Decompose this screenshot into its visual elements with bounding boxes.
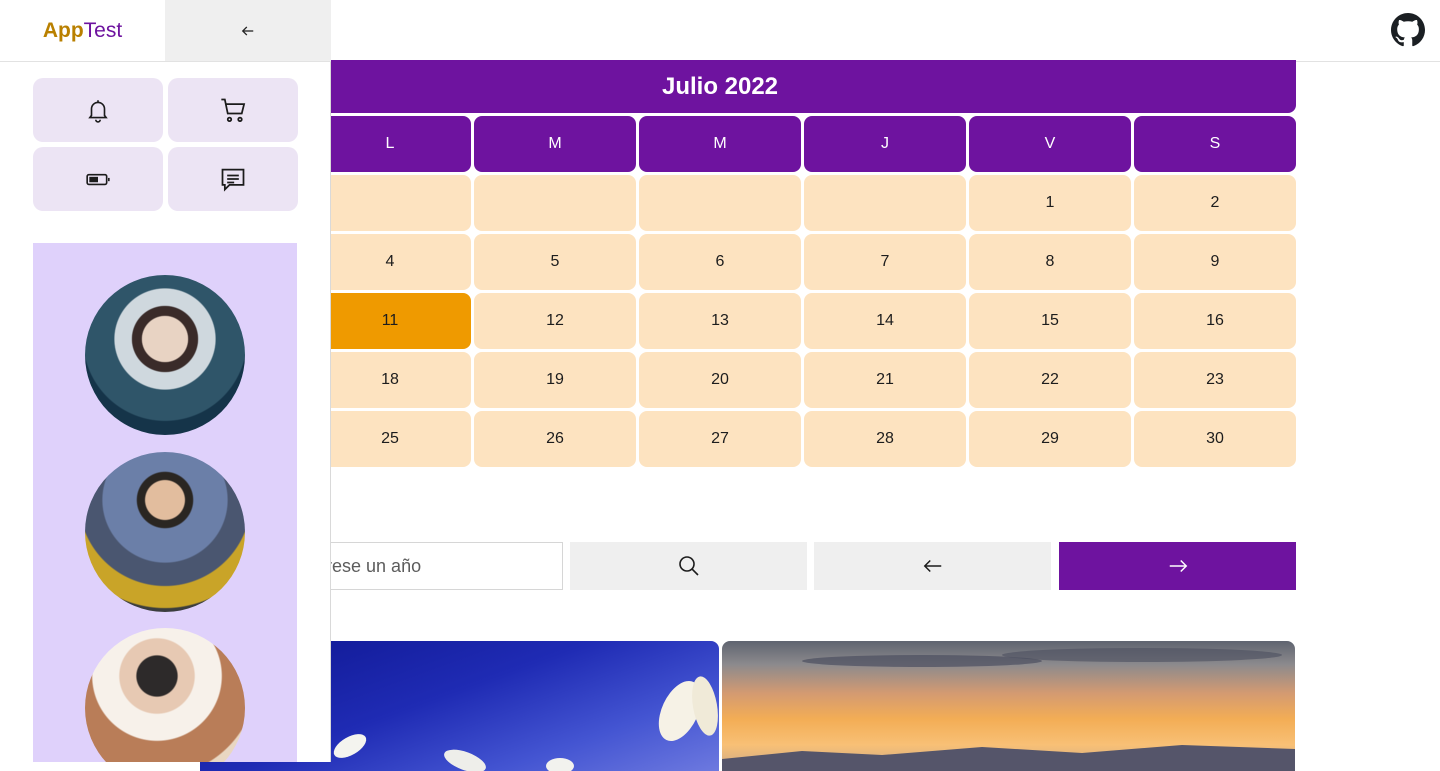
weekday-header: S xyxy=(1134,116,1296,172)
battery-button[interactable] xyxy=(33,147,163,211)
calendar-day[interactable]: 18 xyxy=(309,352,471,408)
calendar-day[interactable] xyxy=(804,175,966,231)
logo-test-text: Test xyxy=(83,18,123,42)
calendar-day[interactable]: 12 xyxy=(474,293,636,349)
weekday-header: M xyxy=(474,116,636,172)
weekday-header: L xyxy=(309,116,471,172)
calendar-day[interactable]: 1 xyxy=(969,175,1131,231)
calendar-day[interactable]: 7 xyxy=(804,234,966,290)
calendar-day[interactable]: 27 xyxy=(639,411,801,467)
calendar-day[interactable]: 15 xyxy=(969,293,1131,349)
logo-app-text: App xyxy=(42,18,84,42)
calendar-day-today[interactable]: 11 xyxy=(309,293,471,349)
avatar[interactable] xyxy=(85,628,245,762)
bell-icon xyxy=(88,100,108,123)
weekday-header: V xyxy=(969,116,1131,172)
arrow-right-icon xyxy=(1169,559,1187,573)
mountain-silhouette xyxy=(722,648,1295,771)
calendar-day[interactable] xyxy=(309,175,471,231)
cart-button[interactable] xyxy=(168,78,298,142)
gallery-image-sunset xyxy=(722,641,1295,771)
github-icon[interactable] xyxy=(1391,13,1425,47)
weekday-header: J xyxy=(804,116,966,172)
battery-icon xyxy=(86,173,110,186)
search-icon xyxy=(678,556,699,576)
profile-panel xyxy=(33,243,297,762)
calendar-day[interactable]: 28 xyxy=(804,411,966,467)
arrow-left-icon xyxy=(923,559,941,573)
calendar-day[interactable]: 30 xyxy=(1134,411,1296,467)
calendar-day[interactable]: 6 xyxy=(639,234,801,290)
calendar-day[interactable]: 19 xyxy=(474,352,636,408)
calendar-day[interactable]: 16 xyxy=(1134,293,1296,349)
calendar-day[interactable]: 20 xyxy=(639,352,801,408)
calendar-day[interactable]: 13 xyxy=(639,293,801,349)
calendar-day[interactable] xyxy=(474,175,636,231)
calendar-day[interactable]: 25 xyxy=(309,411,471,467)
calendar-day[interactable]: 9 xyxy=(1134,234,1296,290)
arrow-left-icon xyxy=(241,25,254,36)
calendar-day[interactable]: 8 xyxy=(969,234,1131,290)
app-logo[interactable]: App Test xyxy=(0,0,165,62)
calendar-day[interactable]: 21 xyxy=(804,352,966,408)
calendar-day[interactable] xyxy=(639,175,801,231)
cart-icon xyxy=(221,98,246,122)
avatar[interactable] xyxy=(85,275,245,435)
notifications-button[interactable] xyxy=(33,78,163,142)
avatar[interactable] xyxy=(85,452,245,612)
calendar-day[interactable]: 23 xyxy=(1134,352,1296,408)
calendar-day[interactable]: 14 xyxy=(804,293,966,349)
previous-month-button[interactable] xyxy=(814,542,1051,590)
search-button[interactable] xyxy=(570,542,807,590)
next-month-button[interactable] xyxy=(1059,542,1296,590)
weekday-header: M xyxy=(639,116,801,172)
calendar-day[interactable]: 4 xyxy=(309,234,471,290)
calendar-day[interactable]: 29 xyxy=(969,411,1131,467)
messages-button[interactable] xyxy=(168,147,298,211)
calendar-day[interactable]: 5 xyxy=(474,234,636,290)
calendar-day[interactable]: 22 xyxy=(969,352,1131,408)
calendar-day[interactable]: 2 xyxy=(1134,175,1296,231)
collapse-sidebar-button[interactable] xyxy=(165,0,331,62)
calendar-day[interactable]: 26 xyxy=(474,411,636,467)
sidebar: App Test xyxy=(0,0,331,762)
chat-icon xyxy=(221,168,245,192)
